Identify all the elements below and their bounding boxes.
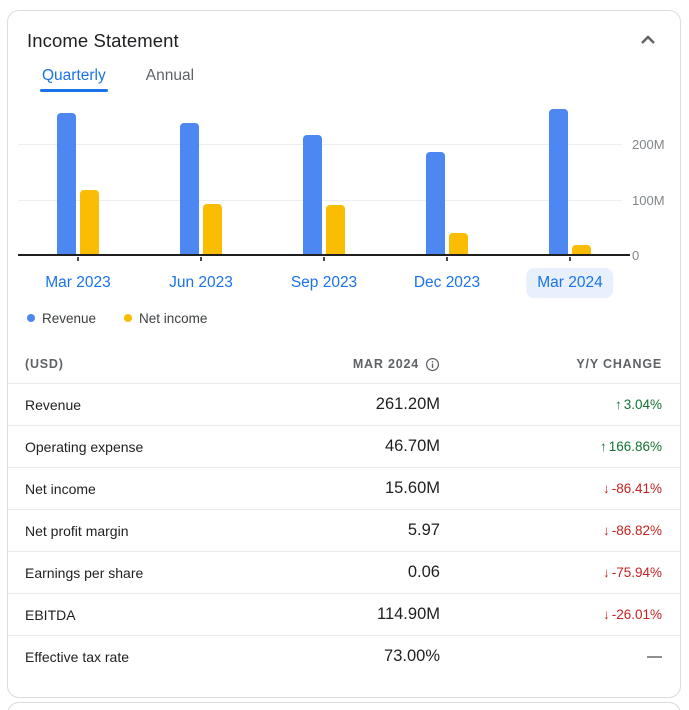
tab-quarterly[interactable]: Quarterly	[40, 67, 108, 92]
change-value: —	[647, 648, 662, 665]
x-axis-label-mar-2023[interactable]: Mar 2023	[34, 268, 121, 298]
x-axis-tick	[77, 257, 79, 261]
card-header: Income Statement	[8, 11, 680, 52]
row-change: ↓ -26.01%	[440, 607, 662, 622]
x-axis-label-mar-2024[interactable]: Mar 2024	[526, 268, 614, 298]
row-change: ↑ 166.86%	[440, 439, 662, 454]
table-row-net-income: Net income 15.60M ↓ -86.41%	[8, 467, 680, 509]
row-label: Earnings per share	[25, 564, 144, 581]
card-title: Income Statement	[27, 30, 179, 51]
page: { "header": { "title": "Income Statement…	[0, 0, 689, 710]
row-change: ↓ -86.41%	[440, 481, 662, 496]
collapse-button[interactable]	[638, 32, 658, 51]
table-row-effective-tax-rate: Effective tax rate 73.00% —	[8, 635, 680, 677]
income-chart: 0 100M 200M Mar 2023 Jun 2023 Sep 2023 Dec 20…	[8, 104, 680, 329]
table-header-row: (USD) MAR 2024 Y/Y CHANGE	[8, 345, 680, 383]
row-label: Operating expense	[25, 438, 144, 455]
y-axis-label-0: 0	[632, 248, 640, 263]
financials-table: (USD) MAR 2024 Y/Y CHANGE Revenue 261.20M…	[8, 345, 680, 677]
table-row-revenue: Revenue 261.20M ↑ 3.04%	[8, 383, 680, 425]
bar-revenue-jun-2023[interactable]	[180, 123, 199, 254]
unit-header: (USD)	[25, 357, 64, 371]
arrow-up-icon: ↑	[614, 397, 622, 412]
change-value: -26.01%	[611, 607, 662, 622]
change-value: -86.82%	[611, 523, 662, 538]
row-value: 114.90M	[377, 605, 440, 623]
bar-net-income-dec-2023[interactable]	[449, 232, 468, 254]
row-label: Effective tax rate	[25, 648, 130, 665]
row-value: 261.20M	[375, 395, 440, 413]
legend-item-net-income: Net income	[124, 311, 207, 326]
legend-dot-icon	[124, 314, 133, 322]
arrow-down-icon: ↓	[602, 481, 610, 496]
row-change: ↑ 3.04%	[440, 397, 662, 412]
period-tabs: Quarterly Annual	[40, 67, 680, 92]
bar-net-income-jun-2023[interactable]	[203, 204, 222, 254]
x-axis-label-jun-2023[interactable]: Jun 2023	[158, 268, 244, 298]
row-label: EBITDA	[25, 606, 76, 623]
arrow-down-icon: ↓	[602, 523, 610, 538]
x-axis-tick	[446, 257, 448, 261]
change-value: -86.41%	[611, 481, 662, 496]
bar-revenue-dec-2023[interactable]	[426, 152, 445, 254]
x-axis-label-dec-2023[interactable]: Dec 2023	[403, 268, 491, 298]
table-body: Revenue 261.20M ↑ 3.04% Operating expense 46.…	[8, 383, 680, 677]
table-row-net-profit-margin: Net profit margin 5.97 ↓ -86.82%	[8, 509, 680, 551]
row-label: Net income	[25, 480, 96, 497]
x-axis-tick	[323, 257, 325, 261]
table-row-operating-expense: Operating expense 46.70M ↑ 166.86%	[8, 425, 680, 467]
bar-revenue-sep-2023[interactable]	[303, 135, 322, 254]
arrow-down-icon: ↓	[602, 565, 610, 580]
row-change: ↓ -75.94%	[440, 565, 662, 580]
income-statement-card: Income Statement Quarterly Annual 0 100M 2…	[7, 10, 681, 698]
change-header: Y/Y CHANGE	[576, 357, 662, 371]
chart-legend: Revenue Net income	[27, 307, 680, 329]
next-card-top-edge	[7, 702, 681, 710]
row-value: 46.70M	[384, 437, 440, 455]
change-value: -75.94%	[611, 565, 662, 580]
bar-net-income-mar-2023[interactable]	[80, 190, 99, 254]
table-row-ebitda: EBITDA 114.90M ↓ -26.01%	[8, 593, 680, 635]
change-value: 166.86%	[608, 439, 662, 454]
bar-revenue-mar-2023[interactable]	[57, 113, 76, 254]
y-axis-label-100M: 100M	[632, 192, 665, 208]
chevron-up-icon	[640, 34, 656, 49]
row-label: Revenue	[25, 396, 82, 413]
x-axis-label-sep-2023[interactable]: Sep 2023	[280, 268, 368, 298]
arrow-down-icon: ↓	[602, 607, 610, 622]
legend-dot-icon	[27, 314, 35, 322]
legend-label: Revenue	[42, 310, 97, 326]
x-axis-tick	[200, 257, 202, 261]
row-value: 15.60M	[384, 479, 440, 497]
row-value: 5.97	[407, 521, 440, 539]
row-value: 73.00%	[384, 647, 440, 665]
info-icon[interactable]	[425, 357, 440, 372]
bar-net-income-mar-2024[interactable]	[572, 245, 591, 254]
x-axis-baseline	[18, 254, 630, 256]
y-axis-label-200M: 200M	[632, 137, 665, 152]
tab-annual[interactable]: Annual	[144, 67, 196, 92]
legend-label: Net income	[139, 310, 208, 326]
legend-item-revenue: Revenue	[27, 311, 96, 326]
row-value: 0.06	[407, 563, 440, 581]
chart-x-axis-labels: Mar 2023 Jun 2023 Sep 2023 Dec 2023 Mar 2024	[8, 263, 680, 305]
x-axis-tick	[569, 257, 571, 261]
row-change: ↓ -86.82%	[440, 523, 662, 538]
arrow-up-icon: ↑	[599, 439, 607, 454]
table-row-earnings-per-share: Earnings per share 0.06 ↓ -75.94%	[8, 551, 680, 593]
bar-revenue-mar-2024[interactable]	[549, 109, 568, 254]
bar-net-income-sep-2023[interactable]	[326, 205, 345, 254]
period-header: MAR 2024	[250, 357, 440, 372]
chart-plot-area: 0 100M 200M	[8, 104, 680, 263]
change-value: 3.04%	[623, 397, 662, 412]
row-change: —	[440, 648, 662, 665]
row-label: Net profit margin	[25, 522, 129, 539]
